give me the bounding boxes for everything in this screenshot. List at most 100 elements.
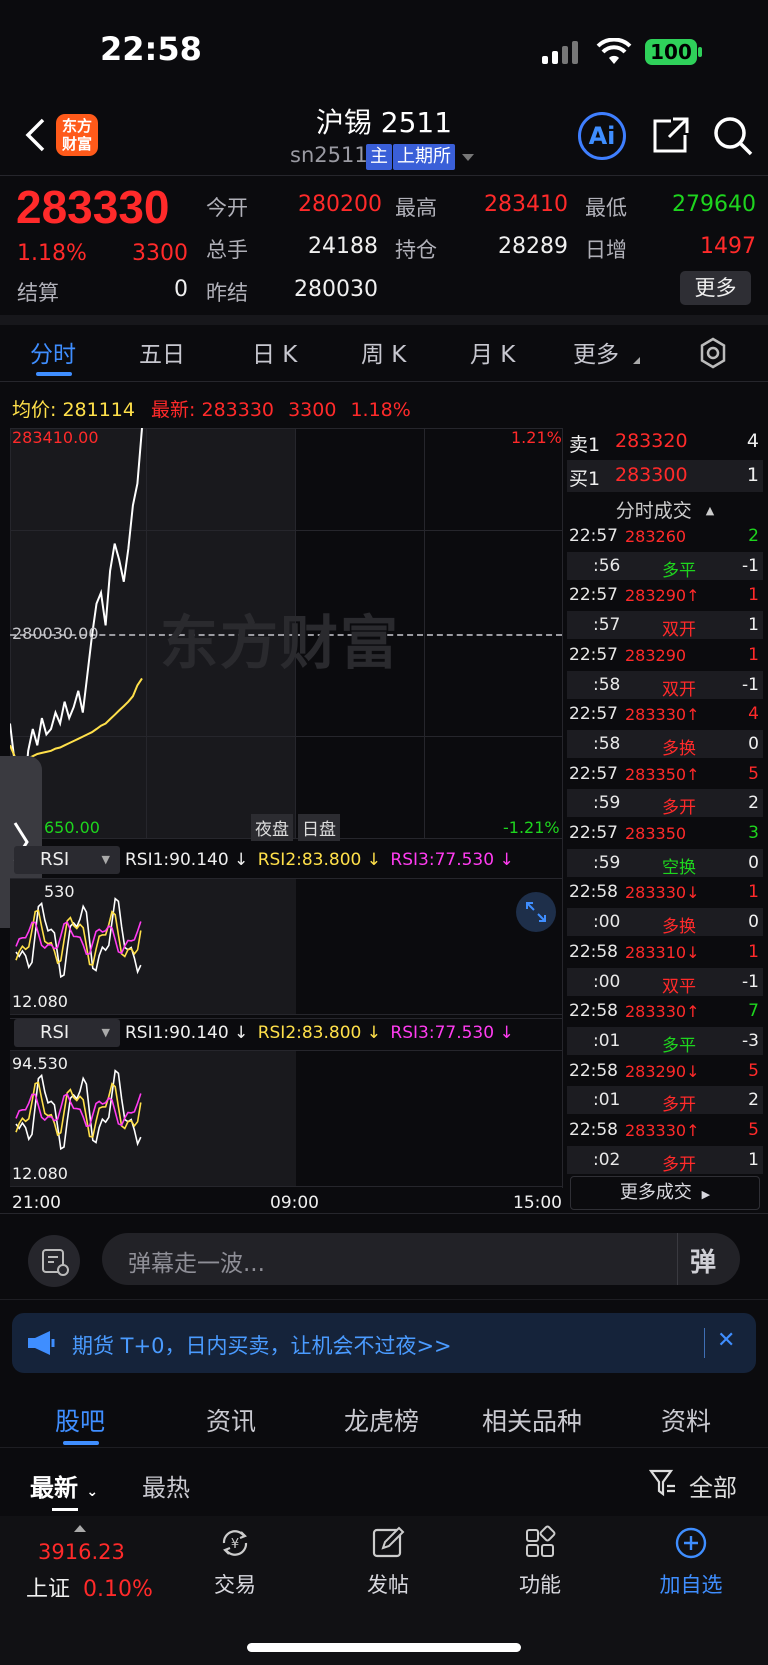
dropdown-caret-icon: ▼ — [101, 853, 110, 866]
promo-banner-text: 期货 T+0，日内买卖，让机会不过夜>> — [72, 1334, 452, 1358]
trades-header[interactable]: 分时成交 ▲ — [567, 496, 763, 523]
danmu-send-label: 弹 — [690, 1248, 717, 1278]
trade-time: 22:58 — [569, 1001, 618, 1022]
rsi3-value: RSI3:77.530 ↓ — [390, 850, 514, 870]
trade-volume: 5 — [748, 1060, 759, 1081]
trade-type: 多平 — [662, 1035, 696, 1056]
rsi-indicator-select-1[interactable]: RSI ▼ — [14, 846, 120, 874]
trade-volume: 1 — [748, 882, 759, 903]
trade-row: :59 多开 2 — [567, 789, 763, 818]
nav-add-watchlist[interactable]: 加自选 — [636, 1524, 746, 1599]
tab-news[interactable]: 资讯 — [206, 1402, 256, 1438]
tab-guba[interactable]: 股吧 — [55, 1402, 105, 1438]
more-quote-button[interactable]: 更多 — [680, 271, 751, 305]
tab-more[interactable]: 更多 — [573, 335, 619, 369]
more-trades-button[interactable]: 更多成交 ▶ — [570, 1176, 760, 1210]
search-icon[interactable] — [712, 115, 754, 157]
danmu-send-button[interactable]: 弹 — [690, 1242, 716, 1279]
open-interest-value: 28289 — [498, 234, 568, 259]
rsi-axis-top-label: 530 — [44, 882, 75, 901]
danmu-divider — [677, 1233, 678, 1285]
latest-change: 3300 — [288, 399, 337, 421]
nav-functions[interactable]: 功能 — [485, 1524, 595, 1599]
index-value[interactable]: 3916.23 — [38, 1540, 125, 1564]
trade-row: 22:57 283260 2 — [567, 522, 763, 550]
trade-row: 22:58 283330↑ 7 — [567, 997, 763, 1025]
tab-profile[interactable]: 资料 — [661, 1402, 711, 1438]
trade-type: 多开 — [662, 1095, 696, 1116]
tab-weekly-k[interactable]: 周 K — [361, 335, 406, 369]
fullscreen-button[interactable] — [516, 892, 556, 932]
share-icon[interactable] — [651, 115, 691, 155]
trade-time: 22:57 — [569, 526, 618, 546]
grid-line — [562, 428, 563, 1188]
trade-row: 22:58 283330↑ 5 — [567, 1116, 763, 1144]
cellular-signal-icon — [542, 40, 582, 64]
avg-price-label: 均价: — [12, 399, 57, 421]
nav-trade[interactable]: ¥ 交易 — [180, 1524, 290, 1599]
trade-volume: 5 — [748, 763, 759, 784]
index-ticker[interactable]: 上证 0.10% — [26, 1571, 153, 1603]
trade-volume: 0 — [748, 912, 759, 933]
trade-row: 22:58 283310↓ 1 — [567, 938, 763, 966]
rsi-indicator-select-2[interactable]: RSI ▼ — [14, 1019, 120, 1047]
feed-filter-all[interactable]: 全部 — [689, 1468, 737, 1503]
status-time: 22:58 — [100, 30, 202, 68]
main-contract-tag: 主 — [366, 144, 392, 170]
banner-close-icon[interactable]: ✕ — [717, 1328, 735, 1353]
battery-icon: 100 — [645, 39, 697, 65]
more-tab-caret-icon — [633, 357, 640, 364]
session-night-label: 夜盘 — [251, 814, 293, 841]
trade-volume: 1 — [748, 644, 759, 665]
bid-price: 283300 — [615, 464, 688, 486]
ask-row: 卖1 283320 4 — [567, 426, 763, 458]
trade-price: 283350 — [625, 824, 687, 843]
contract-dropdown-icon[interactable] — [462, 154, 474, 161]
trade-volume: 2 — [748, 793, 759, 814]
trade-price: 283330↑ — [625, 1002, 700, 1022]
settle-value: 0 — [174, 277, 188, 302]
tab-dragon-tiger[interactable]: 龙虎榜 — [344, 1402, 419, 1438]
trade-row: :58 多换 0 — [567, 729, 763, 759]
prev-settle-value: 280030 — [294, 277, 378, 302]
trade-row: 22:57 283290 1 — [567, 641, 763, 669]
nav-functions-label: 功能 — [519, 1573, 561, 1597]
tab-related[interactable]: 相关品种 — [482, 1402, 582, 1438]
trade-time: 22:58 — [569, 1060, 618, 1081]
index-name: 上证 — [26, 1577, 71, 1602]
trade-row: 22:58 283290↓ 5 — [567, 1057, 763, 1085]
feed-hottest-tab[interactable]: 最热 — [142, 1468, 190, 1503]
trade-row: :56 多平 -1 — [567, 551, 763, 581]
trade-volume: 4 — [748, 704, 759, 725]
rsi2-value: RSI2:83.800 ↓ — [257, 850, 381, 870]
trade-time: 22:57 — [569, 823, 618, 843]
bottom-tab-indicator — [63, 1441, 99, 1445]
rsi1-value: RSI1:90.140 ↓ — [125, 850, 249, 870]
trade-time: :56 — [593, 555, 621, 576]
feed-latest-tab[interactable]: 最新 ⌄ — [30, 1468, 98, 1503]
rsi2-value: RSI2:83.800 ↓ — [257, 1023, 381, 1043]
compose-icon — [372, 1526, 405, 1558]
tab-five-day[interactable]: 五日 — [139, 335, 185, 369]
ai-button[interactable]: Ai — [578, 112, 626, 160]
trade-type: 多换 — [662, 738, 696, 759]
trade-type: 多开 — [662, 1154, 696, 1175]
volume-value: 24188 — [308, 234, 378, 259]
trade-volume: -1 — [742, 674, 759, 695]
tab-intraday[interactable]: 分时 — [30, 335, 76, 369]
trade-volume: 3 — [748, 823, 759, 843]
y-axis-mid-label: 280030.00 — [12, 624, 99, 643]
trade-volume: 0 — [748, 733, 759, 754]
trade-volume: 1 — [748, 615, 759, 636]
bid-row: 买1 283300 1 — [567, 460, 763, 492]
chart-settings-gear-icon[interactable] — [697, 337, 729, 369]
rsi-axis-bottom-label: 12.080 — [12, 992, 68, 1011]
tab-daily-k[interactable]: 日 K — [252, 335, 297, 369]
grid-apps-icon — [526, 1525, 556, 1557]
pct-axis-top-label: 1.21% — [511, 428, 562, 447]
danmu-toggle-button[interactable] — [28, 1235, 80, 1287]
nav-post[interactable]: 发帖 — [333, 1524, 443, 1599]
trade-time: 22:58 — [569, 941, 618, 962]
filter-icon[interactable] — [649, 1468, 677, 1498]
tab-monthly-k[interactable]: 月 K — [470, 335, 515, 369]
